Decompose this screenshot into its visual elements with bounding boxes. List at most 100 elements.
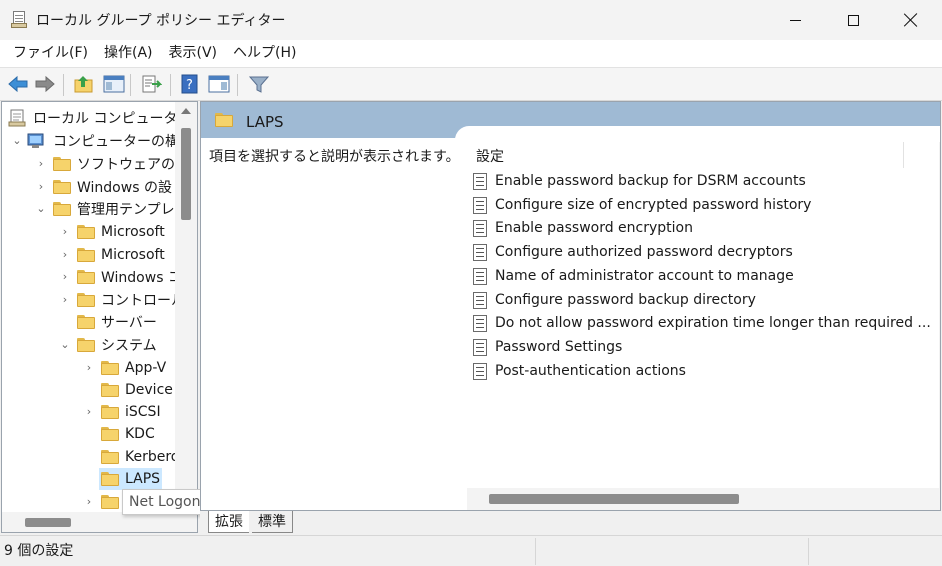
column-header-setting[interactable]: 設定 [476,146,504,166]
tree-item-label: 管理用テンプレ [77,202,175,218]
tree-item-label: システム [101,338,157,354]
chevron-right-icon[interactable]: › [83,491,95,513]
folder-icon [53,180,71,194]
toolbar-separator [63,74,64,96]
column-divider [903,142,904,168]
details-horizontal-scroll-thumb[interactable] [489,494,739,504]
tree-horizontal-scrollbar[interactable] [2,512,175,532]
folder-up-icon [74,76,93,93]
chevron-right-icon[interactable]: › [59,244,71,266]
forward-button[interactable] [33,72,57,96]
tree-item-kerberos[interactable]: Kerberos [101,446,187,468]
chevron-right-icon[interactable]: › [35,153,47,175]
close-icon [904,13,918,27]
setting-row[interactable]: Post-authentication actions [473,360,686,382]
forward-arrow-icon [35,75,55,93]
setting-label: Name of administrator account to manage [495,268,794,284]
chevron-right-icon[interactable]: › [59,266,71,288]
tree-item-label: ローカル コンピューター ポリ [33,111,197,127]
chevron-right-icon[interactable]: › [59,289,71,311]
policy-setting-icon [473,172,487,190]
back-button[interactable] [6,72,30,96]
folder-icon [77,315,95,329]
tree-item-laps[interactable]: LAPS [99,468,163,490]
tree-vertical-scroll-thumb[interactable] [181,128,191,220]
menu-help[interactable]: ヘルプ(H) [225,40,304,67]
tree-item-admin-templates[interactable]: ⌄ 管理用テンプレ [35,198,175,220]
folder-icon [101,472,119,486]
tree-item-microsoft-2[interactable]: › Microsoft [59,244,165,266]
folder-icon [77,270,95,284]
setting-label: Do not allow password expiration time lo… [495,315,931,331]
chevron-right-icon[interactable]: › [83,401,95,423]
tree-item-software-settings[interactable]: › ソフトウェアの設 [35,153,189,175]
tab-extended[interactable]: 拡張 [208,511,249,533]
details-header-title: LAPS [246,113,284,131]
menu-action[interactable]: 操作(A) [96,40,161,67]
setting-row[interactable]: Do not allow password expiration time lo… [473,312,931,334]
tree-item-control-panel[interactable]: › コントロール [59,289,185,311]
menu-view[interactable]: 表示(V) [161,40,226,67]
setting-row[interactable]: Configure authorized password decryptors [473,241,793,263]
tree-item-windows-components[interactable]: › Windows コ [59,266,182,288]
filter-button[interactable] [247,72,271,96]
minimize-button[interactable] [766,0,824,40]
menu-file[interactable]: ファイル(F) [5,40,96,67]
tree-item-windows-settings[interactable]: › Windows の設 [35,176,172,198]
chevron-right-icon[interactable]: › [35,176,47,198]
tree-vertical-scrollbar[interactable] [175,102,197,512]
tree-item-root[interactable]: ローカル コンピューター ポリ [7,107,197,129]
folder-icon [101,495,119,509]
chevron-right-icon[interactable]: › [83,357,95,379]
close-button[interactable] [882,0,940,40]
chevron-right-icon[interactable]: › [59,221,71,243]
policy-setting-icon [473,219,487,237]
header-curve [455,126,940,166]
setting-row[interactable]: Configure size of encrypted password his… [473,194,811,216]
chevron-down-icon[interactable]: ⌄ [35,198,47,220]
setting-row[interactable]: Password Settings [473,336,622,358]
show-hide-tree-button[interactable] [102,72,126,96]
action-pane-icon [208,75,230,93]
setting-label: Enable password backup for DSRM accounts [495,173,806,189]
maximize-button[interactable] [824,0,882,40]
setting-row[interactable]: Enable password encryption [473,217,693,239]
folder-icon [101,383,119,397]
policy-setting-icon [473,196,487,214]
chevron-down-icon[interactable]: ⌄ [11,130,23,152]
details-horizontal-scrollbar[interactable] [467,488,940,510]
tree-item-kdc[interactable]: KDC [101,423,155,445]
group-policy-app-icon [11,11,27,29]
help-button[interactable]: ? [178,72,202,96]
details-pane: LAPS 項目を選択すると説明が表示されます。 設定 Enable passwo… [200,101,941,511]
setting-row[interactable]: Configure password backup directory [473,289,756,311]
tree-item-label: サーバー [101,315,157,331]
tree-item-server[interactable]: サーバー [77,311,157,333]
details-vertical-scrollbar[interactable] [939,142,940,492]
setting-row[interactable]: Enable password backup for DSRM accounts [473,170,806,192]
tree-item-system[interactable]: ⌄ システム [59,334,157,356]
tree-item-microsoft-1[interactable]: › Microsoft [59,221,165,243]
export-list-icon [142,75,162,93]
computer-icon [27,133,44,148]
tree-item-computer-config[interactable]: ⌄ コンピューターの構成 [11,130,193,152]
status-text: 9 個の設定 [4,543,74,559]
policy-setting-icon [473,267,487,285]
folder-icon [53,157,71,171]
show-action-pane-button[interactable] [207,72,231,96]
scroll-up-arrow-icon[interactable] [181,108,191,114]
tree-item-label: App-V [125,360,167,376]
export-list-button[interactable] [139,72,163,96]
tree-horizontal-scroll-thumb[interactable] [25,518,71,527]
tree-item-device[interactable]: Device [101,379,173,401]
tab-standard[interactable]: 標準 [252,511,293,533]
up-one-level-button[interactable] [72,72,96,96]
tree-item-iscsi[interactable]: › iSCSI [83,401,161,423]
chevron-down-icon[interactable]: ⌄ [59,334,71,356]
tree-item-net-logon[interactable]: › [83,491,125,513]
folder-icon [215,113,233,127]
folder-icon [101,450,119,464]
setting-label: Configure password backup directory [495,292,756,308]
tree-item-appv[interactable]: › App-V [83,357,166,379]
setting-row[interactable]: Name of administrator account to manage [473,265,794,287]
